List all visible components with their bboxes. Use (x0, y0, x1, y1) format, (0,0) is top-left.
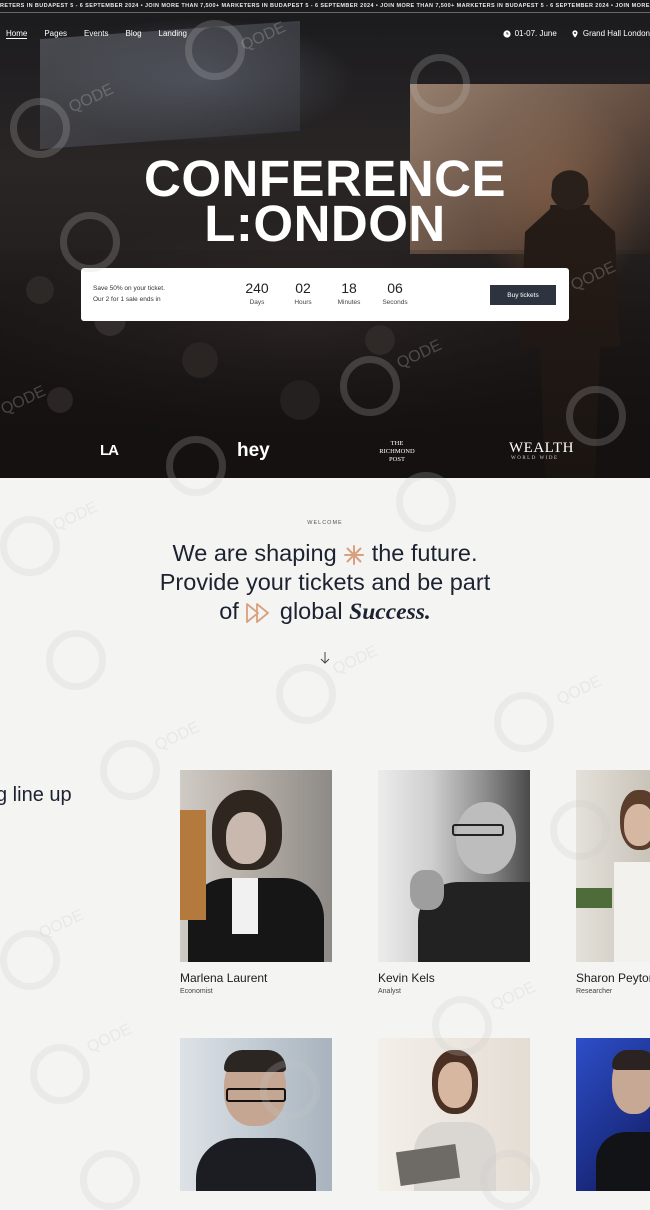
logo-la: LA (100, 442, 119, 459)
watermark-text: QODE (554, 672, 605, 709)
stage-screen-left (40, 20, 300, 150)
announcement-ticker: RETERS IN BUDAPEST 5 - 6 SEPTEMBER 2024 … (0, 0, 650, 13)
watermark-text: QODE (50, 498, 101, 535)
headline-line3-b: global (279, 598, 343, 624)
nav-events[interactable]: Events (84, 29, 108, 39)
promo-line2: Our 2 for 1 sale ends in (93, 296, 161, 303)
speaker-name[interactable]: Sharon Peyton (576, 971, 650, 985)
minutes-label: Minutes (337, 299, 361, 306)
event-date-text: 01-07. June (514, 29, 557, 38)
watermark-logo-icon (100, 740, 160, 800)
event-date: 01-07. June (502, 29, 557, 38)
speaker-name[interactable]: Kevin Kels (378, 971, 435, 985)
watermark-logo-icon (0, 930, 60, 990)
location-pin-icon (572, 29, 578, 38)
countdown-days: 240 Days (241, 280, 273, 306)
headline-line1-b: the future. (371, 540, 478, 566)
countdown-seconds: 06 Seconds (377, 280, 413, 306)
days-label: Days (249, 299, 265, 306)
watermark-logo-icon (80, 1150, 140, 1210)
hero-section: RETERS IN BUDAPEST 5 - 6 SEPTEMBER 2024 … (0, 0, 650, 478)
seconds-label: Seconds (382, 299, 408, 306)
clock-icon (502, 29, 511, 38)
speaker-role: Analyst (378, 988, 401, 995)
nav-landing[interactable]: Landing (159, 29, 187, 39)
headline-line3-a: of (219, 598, 239, 624)
logo-wealth-tagline: WORLD WIDE (511, 456, 559, 461)
speaker-role: Researcher (576, 988, 613, 995)
watermark-logo-icon (46, 630, 106, 690)
main-nav: Home Pages Events Blog Landing (6, 29, 204, 39)
watermark-text: QODE (330, 642, 381, 679)
headline-line3-c: Success. (349, 599, 431, 625)
logo-wealth: WEALTH (509, 440, 574, 456)
scroll-down-arrow-icon[interactable] (318, 651, 332, 665)
speaker-photo-6[interactable] (576, 1038, 650, 1191)
minutes-value: 18 (341, 280, 357, 296)
event-location: Grand Hall London (571, 29, 650, 38)
hours-value: 02 (295, 280, 311, 296)
speaker-photo-4[interactable] (180, 1038, 332, 1191)
logo-hey: hey (237, 440, 270, 461)
watermark-logo-icon (276, 664, 336, 724)
nav-pages[interactable]: Pages (44, 29, 67, 39)
watermark-text: QODE (152, 718, 203, 755)
countdown-card: Save 50% on your ticket. Our 2 for 1 sal… (81, 268, 569, 321)
headline-line2: Provide your tickets and be part (159, 569, 491, 595)
lineup-title: g line up (0, 784, 72, 806)
watermark-text: QODE (84, 1020, 135, 1057)
watermark-logo-icon (494, 692, 554, 752)
watermark-text: QODE (488, 978, 539, 1015)
logo-richmond-post: THE RICHMOND POST (379, 440, 415, 463)
speaker-photo-5[interactable] (378, 1038, 530, 1191)
speaker-photo-kevin[interactable] (378, 770, 530, 962)
fast-forward-icon (246, 602, 270, 623)
event-location-text: Grand Hall London (582, 29, 650, 38)
nav-blog[interactable]: Blog (126, 29, 142, 39)
countdown-minutes: 18 Minutes (331, 280, 367, 306)
partner-logos: LA hey THE RICHMOND POST WEALTH WORLD WI… (0, 436, 650, 466)
headline-line3: of global Success. (0, 597, 650, 627)
watermark-text: QODE (36, 906, 87, 943)
event-meta: 01-07. June Grand Hall London (502, 29, 650, 38)
nav-home[interactable]: Home (6, 29, 28, 39)
speaker-photo-marlena[interactable] (180, 770, 332, 962)
promo-line1: Save 50% on your ticket. (93, 285, 165, 292)
headline-line1-a: We are shaping (172, 540, 337, 566)
hero-title-line2: L:ONDON (204, 195, 446, 252)
sparkle-icon (344, 544, 365, 565)
seconds-value: 06 (387, 280, 403, 296)
welcome-eyebrow: WELCOME (307, 520, 343, 526)
countdown-hours: 02 Hours (287, 280, 319, 306)
speaker-name[interactable]: Marlena Laurent (180, 971, 267, 985)
sale-promo: Save 50% on your ticket. Our 2 for 1 sal… (93, 283, 165, 305)
headline-line1: We are shaping the future. (0, 539, 650, 568)
watermark-logo-icon (30, 1044, 90, 1104)
speaker-photo-sharon[interactable] (576, 770, 650, 962)
hours-label: Hours (294, 299, 312, 306)
speaker-role: Economist (180, 988, 213, 995)
buy-tickets-button[interactable]: Buy tickets (490, 285, 556, 305)
days-value: 240 (245, 280, 269, 296)
intro-headline: We are shaping the future. Provide your … (0, 539, 650, 627)
